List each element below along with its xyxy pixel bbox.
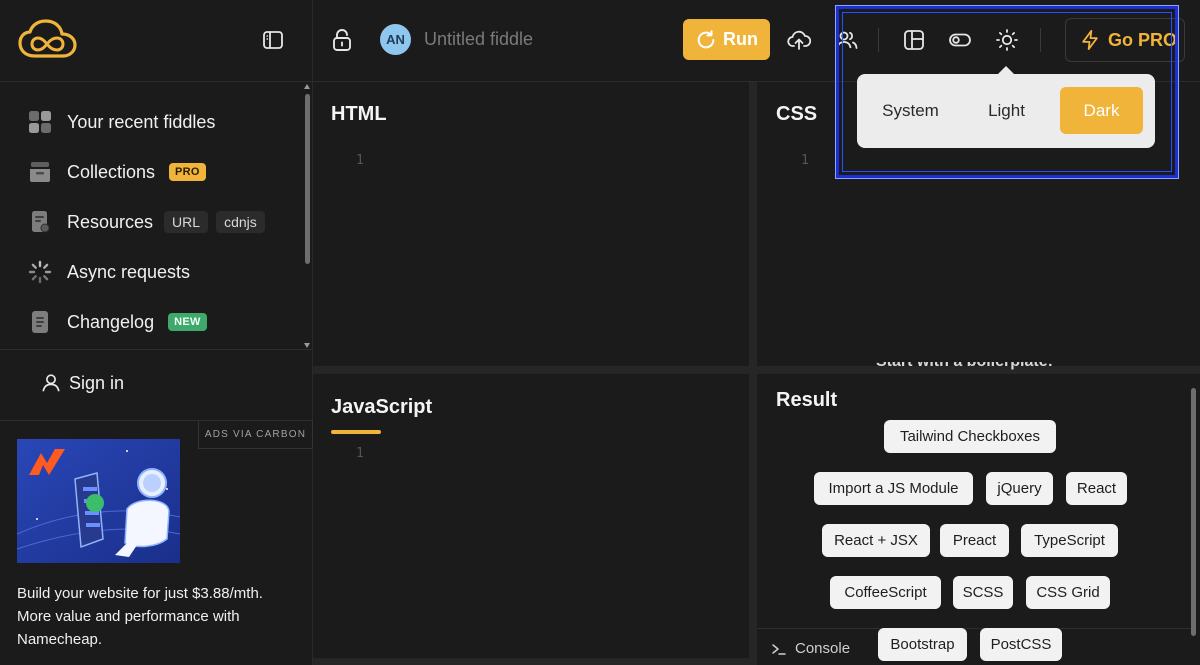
sidebar-item-label: Async requests (67, 261, 191, 282)
sidebar-item-recent-fiddles[interactable]: Your recent fiddles (28, 107, 215, 137)
template-scss-button[interactable]: SCSS (953, 576, 1013, 609)
sidebar-item-async-requests[interactable]: Async requests (28, 257, 190, 287)
javascript-panel-title: JavaScript (331, 396, 433, 418)
template-import-js-module-button[interactable]: Import a JS Module (814, 472, 973, 505)
fiddle-title-input[interactable]: Untitled fiddle (424, 29, 533, 50)
sidebar-item-resources[interactable]: Resources URL cdnjs (28, 207, 265, 237)
html-panel-title: HTML (331, 103, 387, 125)
template-jquery-button[interactable]: jQuery (986, 472, 1053, 505)
bottom-resize-handle[interactable] (313, 658, 749, 665)
pro-badge: PRO (169, 163, 206, 181)
css-panel-title: CSS (776, 103, 818, 125)
scroll-thumb[interactable] (1191, 388, 1196, 636)
template-bootstrap-button[interactable]: Bootstrap (878, 628, 967, 661)
refresh-icon (697, 29, 715, 48)
template-preact-button[interactable]: Preact (940, 524, 1009, 557)
sign-in-label: Sign in (69, 372, 125, 393)
scroll-up-arrow-icon[interactable] (304, 84, 310, 89)
terminal-icon (772, 643, 786, 655)
console-toggle[interactable]: Console (771, 640, 850, 657)
sidebar-item-label: Changelog (67, 311, 155, 332)
new-badge: NEW (168, 313, 207, 331)
ads-via-carbon-link[interactable]: ADS VIA CARBON (198, 421, 313, 449)
sidebar-item-label: Collections (67, 161, 156, 182)
avatar[interactable]: AN (380, 24, 411, 55)
template-css-grid-button[interactable]: CSS Grid (1026, 576, 1110, 609)
document-icon (32, 311, 48, 333)
sidebar: Your recent fiddles Collections PRO Reso… (0, 0, 313, 665)
box-icon (30, 162, 50, 182)
cloud-upload-icon[interactable] (787, 28, 811, 52)
line-number: 1 (356, 153, 364, 168)
scroll-down-arrow-icon[interactable] (304, 343, 310, 348)
template-typescript-button[interactable]: TypeScript (1021, 524, 1118, 557)
console-label: Console (795, 640, 851, 657)
template-react-button[interactable]: React (1066, 472, 1127, 505)
result-panel-title: Result (776, 389, 838, 411)
template-tailwind-checkboxes-button[interactable]: Tailwind Checkboxes (884, 420, 1056, 453)
result-panel[interactable] (757, 374, 1200, 665)
sidebar-scrollbar[interactable] (303, 84, 311, 350)
template-coffeescript-button[interactable]: CoffeeScript (830, 576, 941, 609)
jsfiddle-logo-icon[interactable] (17, 18, 79, 62)
boilerplate-heading: Start with a boilerplate: (876, 362, 1053, 374)
sidebar-item-changelog[interactable]: Changelog NEW (28, 307, 207, 337)
ad-text[interactable]: Build your website for just $3.88/mth. M… (17, 582, 287, 651)
line-number: 1 (801, 153, 809, 168)
sidebar-item-collections[interactable]: Collections PRO (28, 157, 206, 187)
spinner-icon (28, 260, 52, 284)
ad-image[interactable] (17, 439, 180, 563)
cdnjs-chip[interactable]: cdnjs (216, 211, 265, 233)
template-react-jsx-button[interactable]: React + JSX (822, 524, 930, 557)
line-number: 1 (356, 446, 364, 461)
sidebar-header (0, 0, 313, 82)
horizontal-resize-handle[interactable] (313, 366, 1200, 374)
run-label: Run (723, 29, 758, 49)
sidebar-toggle-icon[interactable] (261, 28, 285, 52)
divider (0, 349, 313, 350)
run-button[interactable]: Run (683, 19, 770, 60)
url-chip[interactable]: URL (164, 211, 209, 233)
unlock-icon[interactable] (331, 28, 353, 52)
result-scrollbar[interactable] (1190, 376, 1198, 665)
template-postcss-button[interactable]: PostCSS (980, 628, 1062, 661)
sidebar-item-label: Your recent fiddles (67, 111, 216, 132)
user-icon (42, 374, 60, 392)
grid-icon (29, 111, 51, 133)
highlight-box-inner (842, 12, 1172, 172)
sidebar-item-label: Resources (67, 211, 154, 232)
scroll-thumb[interactable] (305, 94, 310, 264)
active-tab-indicator (331, 430, 381, 434)
sidebar-nav: Your recent fiddles Collections PRO Reso… (0, 82, 304, 350)
file-icon (32, 211, 50, 233)
sign-in-button[interactable]: Sign in (40, 372, 124, 394)
